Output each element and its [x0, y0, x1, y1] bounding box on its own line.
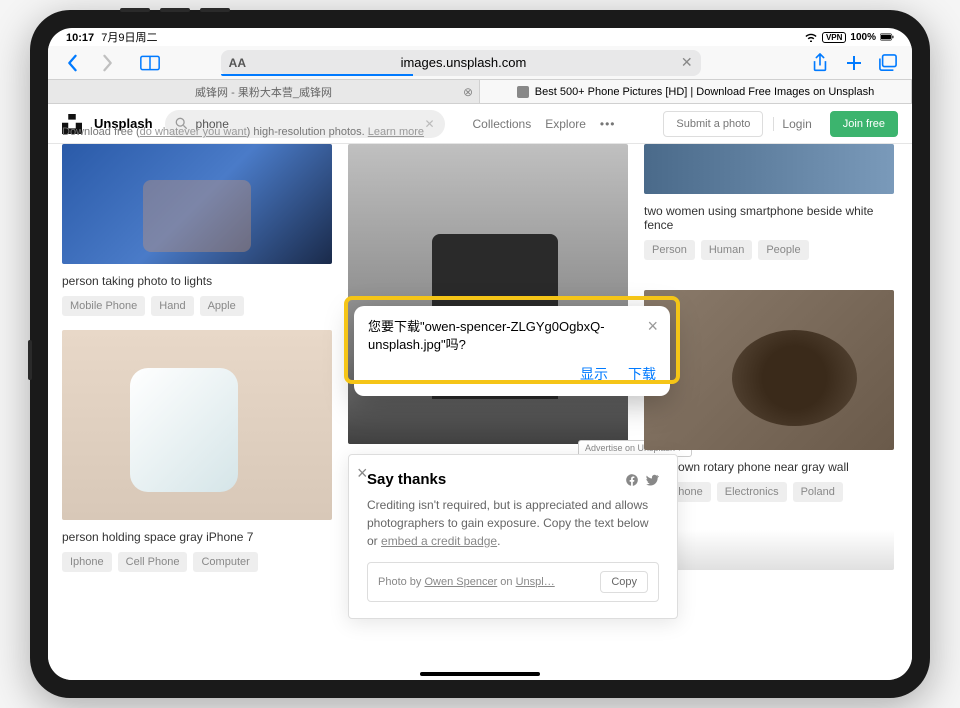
- tab-label: Best 500+ Phone Pictures [HD] | Download…: [535, 86, 874, 98]
- wifi-icon: [804, 32, 818, 42]
- unsplash-header: Unsplash phone ✕ Collections Explore •••…: [48, 104, 912, 144]
- url-text: images.unsplash.com: [254, 55, 673, 70]
- reader-aa-button[interactable]: AA: [229, 56, 246, 70]
- tag[interactable]: Electronics: [717, 482, 787, 502]
- tag[interactable]: Person: [644, 240, 695, 260]
- download-dialog: 您要下载"owen-spencer-ZLGYg0OgbxQ-unsplash.j…: [354, 306, 670, 396]
- say-thanks-popup: × Say thanks Crediting isn't required, b…: [348, 454, 678, 619]
- tag-row: Telephone Electronics Poland: [644, 482, 894, 502]
- battery-percent: 100%: [850, 32, 876, 43]
- search-clear-icon[interactable]: ✕: [424, 117, 434, 131]
- tag[interactable]: Hand: [151, 296, 193, 316]
- join-free-button[interactable]: Join free: [830, 111, 898, 137]
- nav-more-icon[interactable]: •••: [600, 117, 616, 131]
- tag[interactable]: Computer: [193, 552, 257, 572]
- submit-photo-button[interactable]: Submit a photo: [663, 111, 763, 137]
- nav-collections[interactable]: Collections: [473, 117, 532, 131]
- tag[interactable]: Apple: [200, 296, 244, 316]
- tag-row: Iphone Cell Phone Computer: [62, 552, 332, 572]
- photo-thumbnail[interactable]: [644, 144, 894, 194]
- photo-caption: person holding space gray iPhone 7: [62, 530, 332, 544]
- tabs-row: 威锋网 - 果粉大本营_威锋网 ⊗ Best 500+ Phone Pictur…: [48, 80, 912, 104]
- say-thanks-title: Say thanks: [367, 471, 446, 488]
- photo-thumbnail[interactable]: [62, 144, 332, 264]
- tag[interactable]: Cell Phone: [118, 552, 188, 572]
- dialog-message: 您要下载"owen-spencer-ZLGYg0OgbxQ-unsplash.j…: [368, 318, 656, 354]
- battery-icon: [880, 32, 894, 42]
- back-button[interactable]: [58, 49, 86, 77]
- tag[interactable]: Mobile Phone: [62, 296, 145, 316]
- dialog-close-icon[interactable]: ×: [647, 316, 658, 337]
- new-tab-button[interactable]: [840, 49, 868, 77]
- say-thanks-body: Crediting isn't required, but is appreci…: [367, 496, 659, 550]
- tab-label: 威锋网 - 果粉大本营_威锋网: [195, 84, 332, 100]
- footer-link-learn[interactable]: Learn more: [368, 126, 424, 138]
- tabs-overview-button[interactable]: [874, 49, 902, 77]
- home-indicator[interactable]: [420, 672, 540, 676]
- photo-caption: two women using smartphone beside white …: [644, 204, 894, 232]
- status-time: 10:17: [66, 32, 94, 44]
- dialog-download-button[interactable]: 下载: [628, 364, 656, 384]
- author-link[interactable]: Owen Spencer: [424, 576, 497, 588]
- credit-box: Photo by Owen Spencer on Unspl… Copy: [367, 562, 659, 602]
- photo-caption: and brown rotary phone near gray wall: [644, 460, 894, 474]
- forward-button[interactable]: [94, 49, 122, 77]
- bookmarks-button[interactable]: [136, 49, 164, 77]
- tag[interactable]: Iphone: [62, 552, 112, 572]
- site-link[interactable]: Unspl…: [516, 576, 555, 588]
- share-button[interactable]: [806, 49, 834, 77]
- twitter-icon[interactable]: [645, 473, 659, 487]
- status-right: VPN 100%: [804, 32, 894, 43]
- tag[interactable]: People: [758, 240, 808, 260]
- embed-badge-link[interactable]: embed a credit badge: [381, 534, 497, 548]
- nav-explore[interactable]: Explore: [545, 117, 586, 131]
- status-date: 7月9日周二: [101, 32, 157, 44]
- tab-favicon-icon: [517, 86, 529, 98]
- copy-button[interactable]: Copy: [600, 571, 648, 593]
- tab-2-active[interactable]: Best 500+ Phone Pictures [HD] | Download…: [480, 80, 912, 103]
- photo-thumbnail[interactable]: [644, 290, 894, 450]
- tab-1[interactable]: 威锋网 - 果粉大本营_威锋网 ⊗: [48, 80, 480, 103]
- url-bar[interactable]: AA images.unsplash.com ✕: [221, 50, 701, 76]
- tag-row: Mobile Phone Hand Apple: [62, 296, 332, 316]
- facebook-icon[interactable]: [625, 473, 639, 487]
- load-progress: [221, 74, 413, 76]
- tag-row: Person Human People: [644, 240, 894, 260]
- photo-thumbnail[interactable]: [644, 530, 894, 570]
- unsplash-nav: Collections Explore •••: [473, 117, 616, 131]
- photo-caption: person taking photo to lights: [62, 274, 332, 288]
- login-link[interactable]: Login: [773, 117, 819, 131]
- stop-reload-button[interactable]: ✕: [681, 54, 693, 71]
- safari-toolbar: AA images.unsplash.com ✕: [48, 46, 912, 80]
- photo-thumbnail[interactable]: [62, 330, 332, 520]
- vpn-badge: VPN: [822, 32, 846, 43]
- photo-thumbnail[interactable]: [348, 144, 628, 444]
- tag[interactable]: Poland: [793, 482, 843, 502]
- tab-close-icon[interactable]: ⊗: [463, 85, 473, 99]
- dialog-show-button[interactable]: 显示: [580, 364, 608, 384]
- footer-text: Download free (do whatever you want) hig…: [62, 126, 424, 138]
- tag[interactable]: Human: [701, 240, 752, 260]
- status-bar: 10:17 7月9日周二 VPN 100%: [48, 28, 912, 46]
- close-icon[interactable]: ×: [357, 463, 368, 484]
- footer-link-license[interactable]: do whatever you want: [140, 126, 247, 138]
